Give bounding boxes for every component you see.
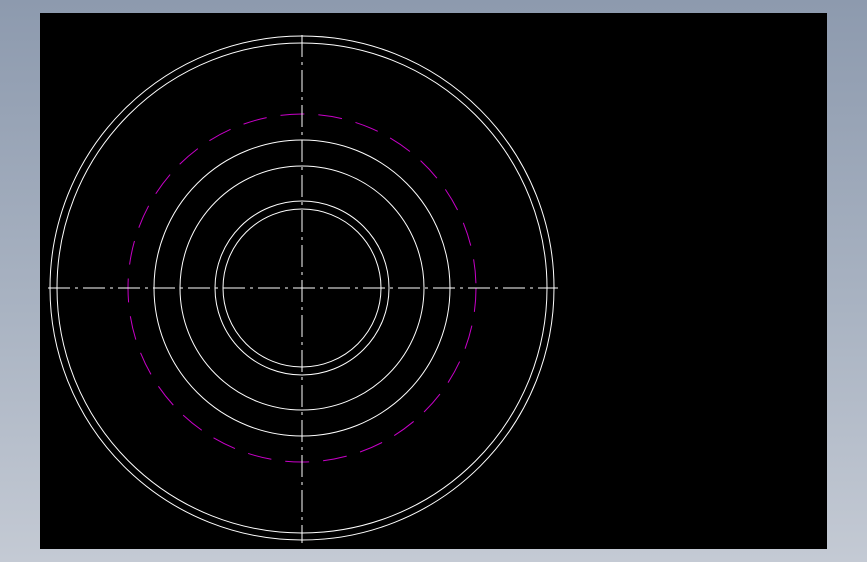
cad-drawing-canvas[interactable] [40, 13, 827, 549]
viewport-background [40, 13, 827, 549]
cad-viewport[interactable] [40, 13, 827, 549]
